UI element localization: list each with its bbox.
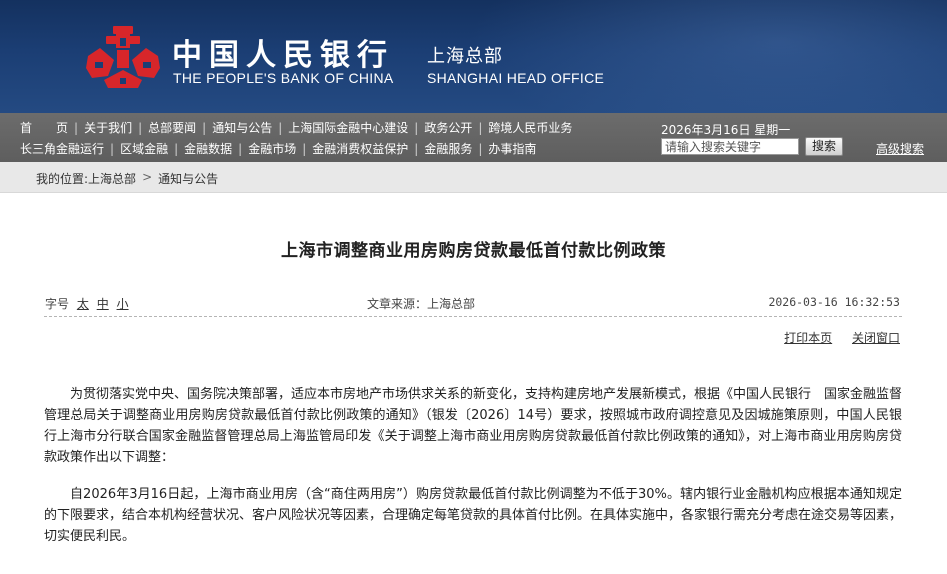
- breadcrumb-separator: >: [142, 170, 153, 184]
- nav-item-regional-finance[interactable]: 区域金融: [114, 141, 174, 157]
- nav-item-notices[interactable]: 通知与公告: [206, 120, 278, 136]
- pboc-logo-icon[interactable]: [86, 26, 160, 88]
- breadcrumb: 我的位置:上海总部 > 通知与公告: [36, 170, 218, 187]
- nav-item-service-guide[interactable]: 办事指南: [482, 141, 542, 157]
- header-banner: 中国人民银行 THE PEOPLE'S BANK OF CHINA 上海总部 S…: [0, 0, 947, 113]
- article-paragraph: 自2026年3月16日起，上海市商业用房（含“商住两用房”）购房贷款最低首付款比…: [44, 487, 903, 544]
- nav-item-gov-affairs[interactable]: 政务公开: [418, 120, 478, 136]
- article-timestamp: 2026-03-16 16:32:53: [768, 295, 900, 309]
- nav-row-2: 长三角金融运行 | 区域金融 | 金融数据 | 金融市场 | 金融消费权益保护 | 金融服…: [20, 141, 542, 157]
- nav-item-financial-market[interactable]: 金融市场: [242, 141, 302, 157]
- site-title-cn: 中国人民银行: [172, 38, 394, 73]
- advanced-search-link[interactable]: 高级搜索: [876, 140, 924, 157]
- font-size-controls: 字号 太 中 小: [45, 295, 129, 312]
- search-button[interactable]: 搜索: [805, 137, 843, 156]
- font-size-large[interactable]: 太: [77, 297, 89, 311]
- branch-title-en: SHANGHAI HEAD OFFICE: [427, 70, 605, 86]
- nav-item-yangtze-delta[interactable]: 长三角金融运行: [20, 141, 110, 157]
- article-source: 文章来源：上海总部: [367, 297, 476, 311]
- nav-item-financial-services[interactable]: 金融服务: [418, 141, 478, 157]
- article-title: 上海市调整商业用房购房贷款最低首付款比例政策: [281, 241, 666, 261]
- article-actions: 打印本页 关闭窗口: [768, 329, 900, 346]
- nav-item-financial-center[interactable]: 上海国际金融中心建设: [282, 120, 414, 136]
- close-window-link[interactable]: 关闭窗口: [852, 331, 900, 345]
- site-title-en: THE PEOPLE'S BANK OF CHINA: [173, 70, 394, 86]
- nav-item-cross-border-rmb[interactable]: 跨境人民币业务: [482, 120, 578, 136]
- main-nav: 首 页 | 关于我们 | 总部要闻 | 通知与公告 | 上海国际金融中心建设 | 政务公开…: [0, 113, 947, 162]
- current-date: 2026年3月16日 星期一: [661, 123, 791, 137]
- nav-item-about[interactable]: 关于我们: [78, 120, 138, 136]
- breadcrumb-prefix: 我的位置:上海总部: [36, 170, 136, 187]
- font-size-small[interactable]: 小: [117, 297, 129, 311]
- nav-item-home[interactable]: 首 页: [20, 120, 74, 136]
- nav-item-consumer-protection[interactable]: 金融消费权益保护: [306, 141, 414, 157]
- branch-title-cn: 上海总部: [427, 46, 503, 67]
- nav-item-hq-news[interactable]: 总部要闻: [142, 120, 202, 136]
- article-meta: 字号 太 中 小 文章来源：上海总部 2026-03-16 16:32:53: [45, 295, 900, 311]
- font-size-medium[interactable]: 中: [97, 297, 109, 311]
- print-page-link[interactable]: 打印本页: [784, 331, 832, 345]
- nav-item-financial-data[interactable]: 金融数据: [178, 141, 238, 157]
- banner-glow: [467, 0, 947, 113]
- article-paragraph: 为贯彻落实党中央、国务院决策部署，适应本市房地产市场供求关系的新变化，支持构建房…: [44, 387, 903, 465]
- breadcrumb-item-shanghai-hq[interactable]: 上海总部: [88, 172, 136, 186]
- meta-divider: [44, 316, 902, 317]
- font-size-label: 字号: [45, 297, 70, 311]
- breadcrumb-prefix-label: 我的位置:: [36, 172, 89, 186]
- breadcrumb-bar: 我的位置:上海总部 > 通知与公告: [0, 162, 947, 193]
- breadcrumb-item-notices[interactable]: 通知与公告: [158, 170, 218, 187]
- search-input[interactable]: [661, 138, 799, 155]
- nav-row-1: 首 页 | 关于我们 | 总部要闻 | 通知与公告 | 上海国际金融中心建设 | 政务公开…: [20, 120, 578, 136]
